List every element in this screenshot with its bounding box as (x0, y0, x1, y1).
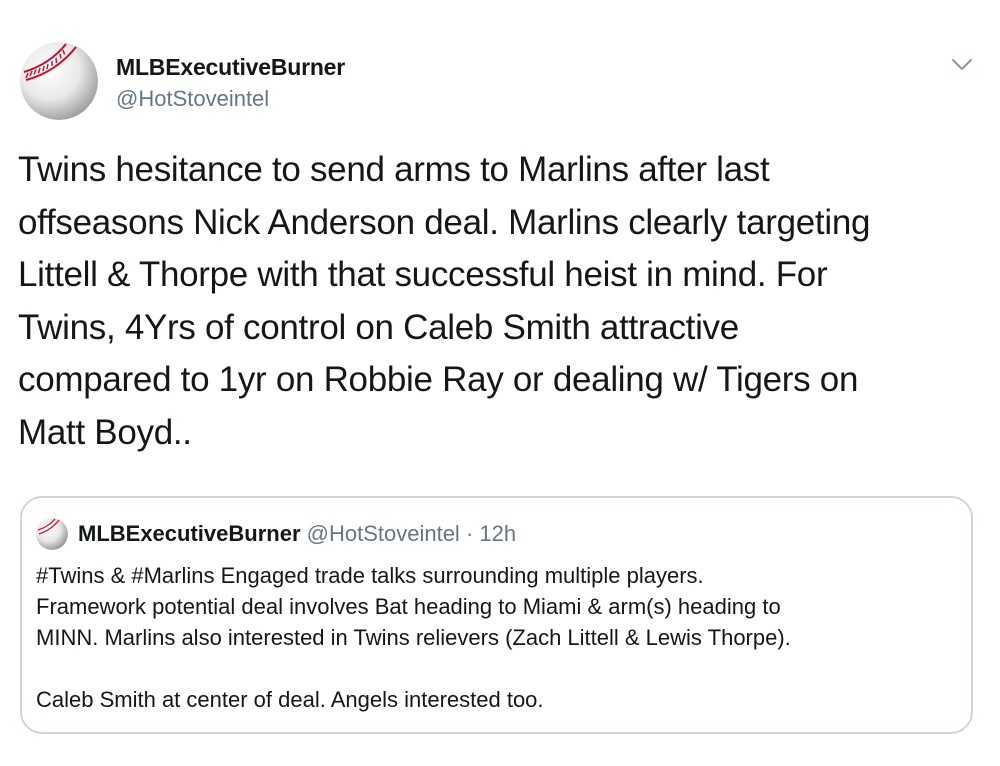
tweet-text-line: Twins, 4Yrs of control on Caleb Smith at… (18, 307, 739, 347)
avatar[interactable] (20, 42, 98, 120)
tweet-card: MLBExecutiveBurner @HotStoveintel Twins … (0, 0, 1000, 766)
quoted-header: MLBExecutiveBurner @HotStoveintel · 12h (78, 518, 516, 550)
tweet-text-line: offseasons Nick Anderson deal. Marlins c… (18, 202, 871, 242)
quoted-text-line: MINN. Marlins also interested in Twins r… (36, 625, 791, 650)
tweet-text-line: Littell & Thorpe with that successful he… (18, 255, 828, 294)
tweet-menu-button[interactable] (948, 52, 976, 76)
quoted-text-line: Framework potential deal involves Bat he… (36, 594, 781, 619)
author-handle[interactable]: @HotStoveintel (116, 86, 269, 112)
quoted-display-name[interactable]: MLBExecutiveBurner (78, 521, 301, 546)
baseball-icon (36, 518, 68, 550)
tweet-text-line: Twins hesitance to send arms to Marlins … (18, 150, 770, 189)
quoted-timestamp[interactable]: 12h (479, 521, 516, 546)
baseball-icon (20, 42, 98, 120)
quoted-handle[interactable]: @HotStoveintel (307, 521, 460, 546)
quoted-separator: · (465, 521, 474, 546)
tweet-text-line: Matt Boyd.. (18, 412, 192, 452)
quoted-avatar[interactable] (36, 518, 68, 550)
tweet-text: Twins hesitance to send arms to Marlins … (18, 144, 978, 459)
tweet-text-line: compared to 1yr on Robbie Ray or dealing… (18, 360, 859, 399)
chevron-down-icon (952, 59, 972, 70)
quoted-text-line: Caleb Smith at center of deal. Angels in… (36, 687, 544, 712)
quoted-tweet[interactable]: MLBExecutiveBurner @HotStoveintel · 12h … (20, 496, 973, 734)
quoted-text: #Twins & #Marlins Engaged trade talks su… (36, 560, 961, 715)
quoted-text-line: #Twins & #Marlins Engaged trade talks su… (36, 563, 704, 588)
author-display-name[interactable]: MLBExecutiveBurner (116, 54, 345, 81)
